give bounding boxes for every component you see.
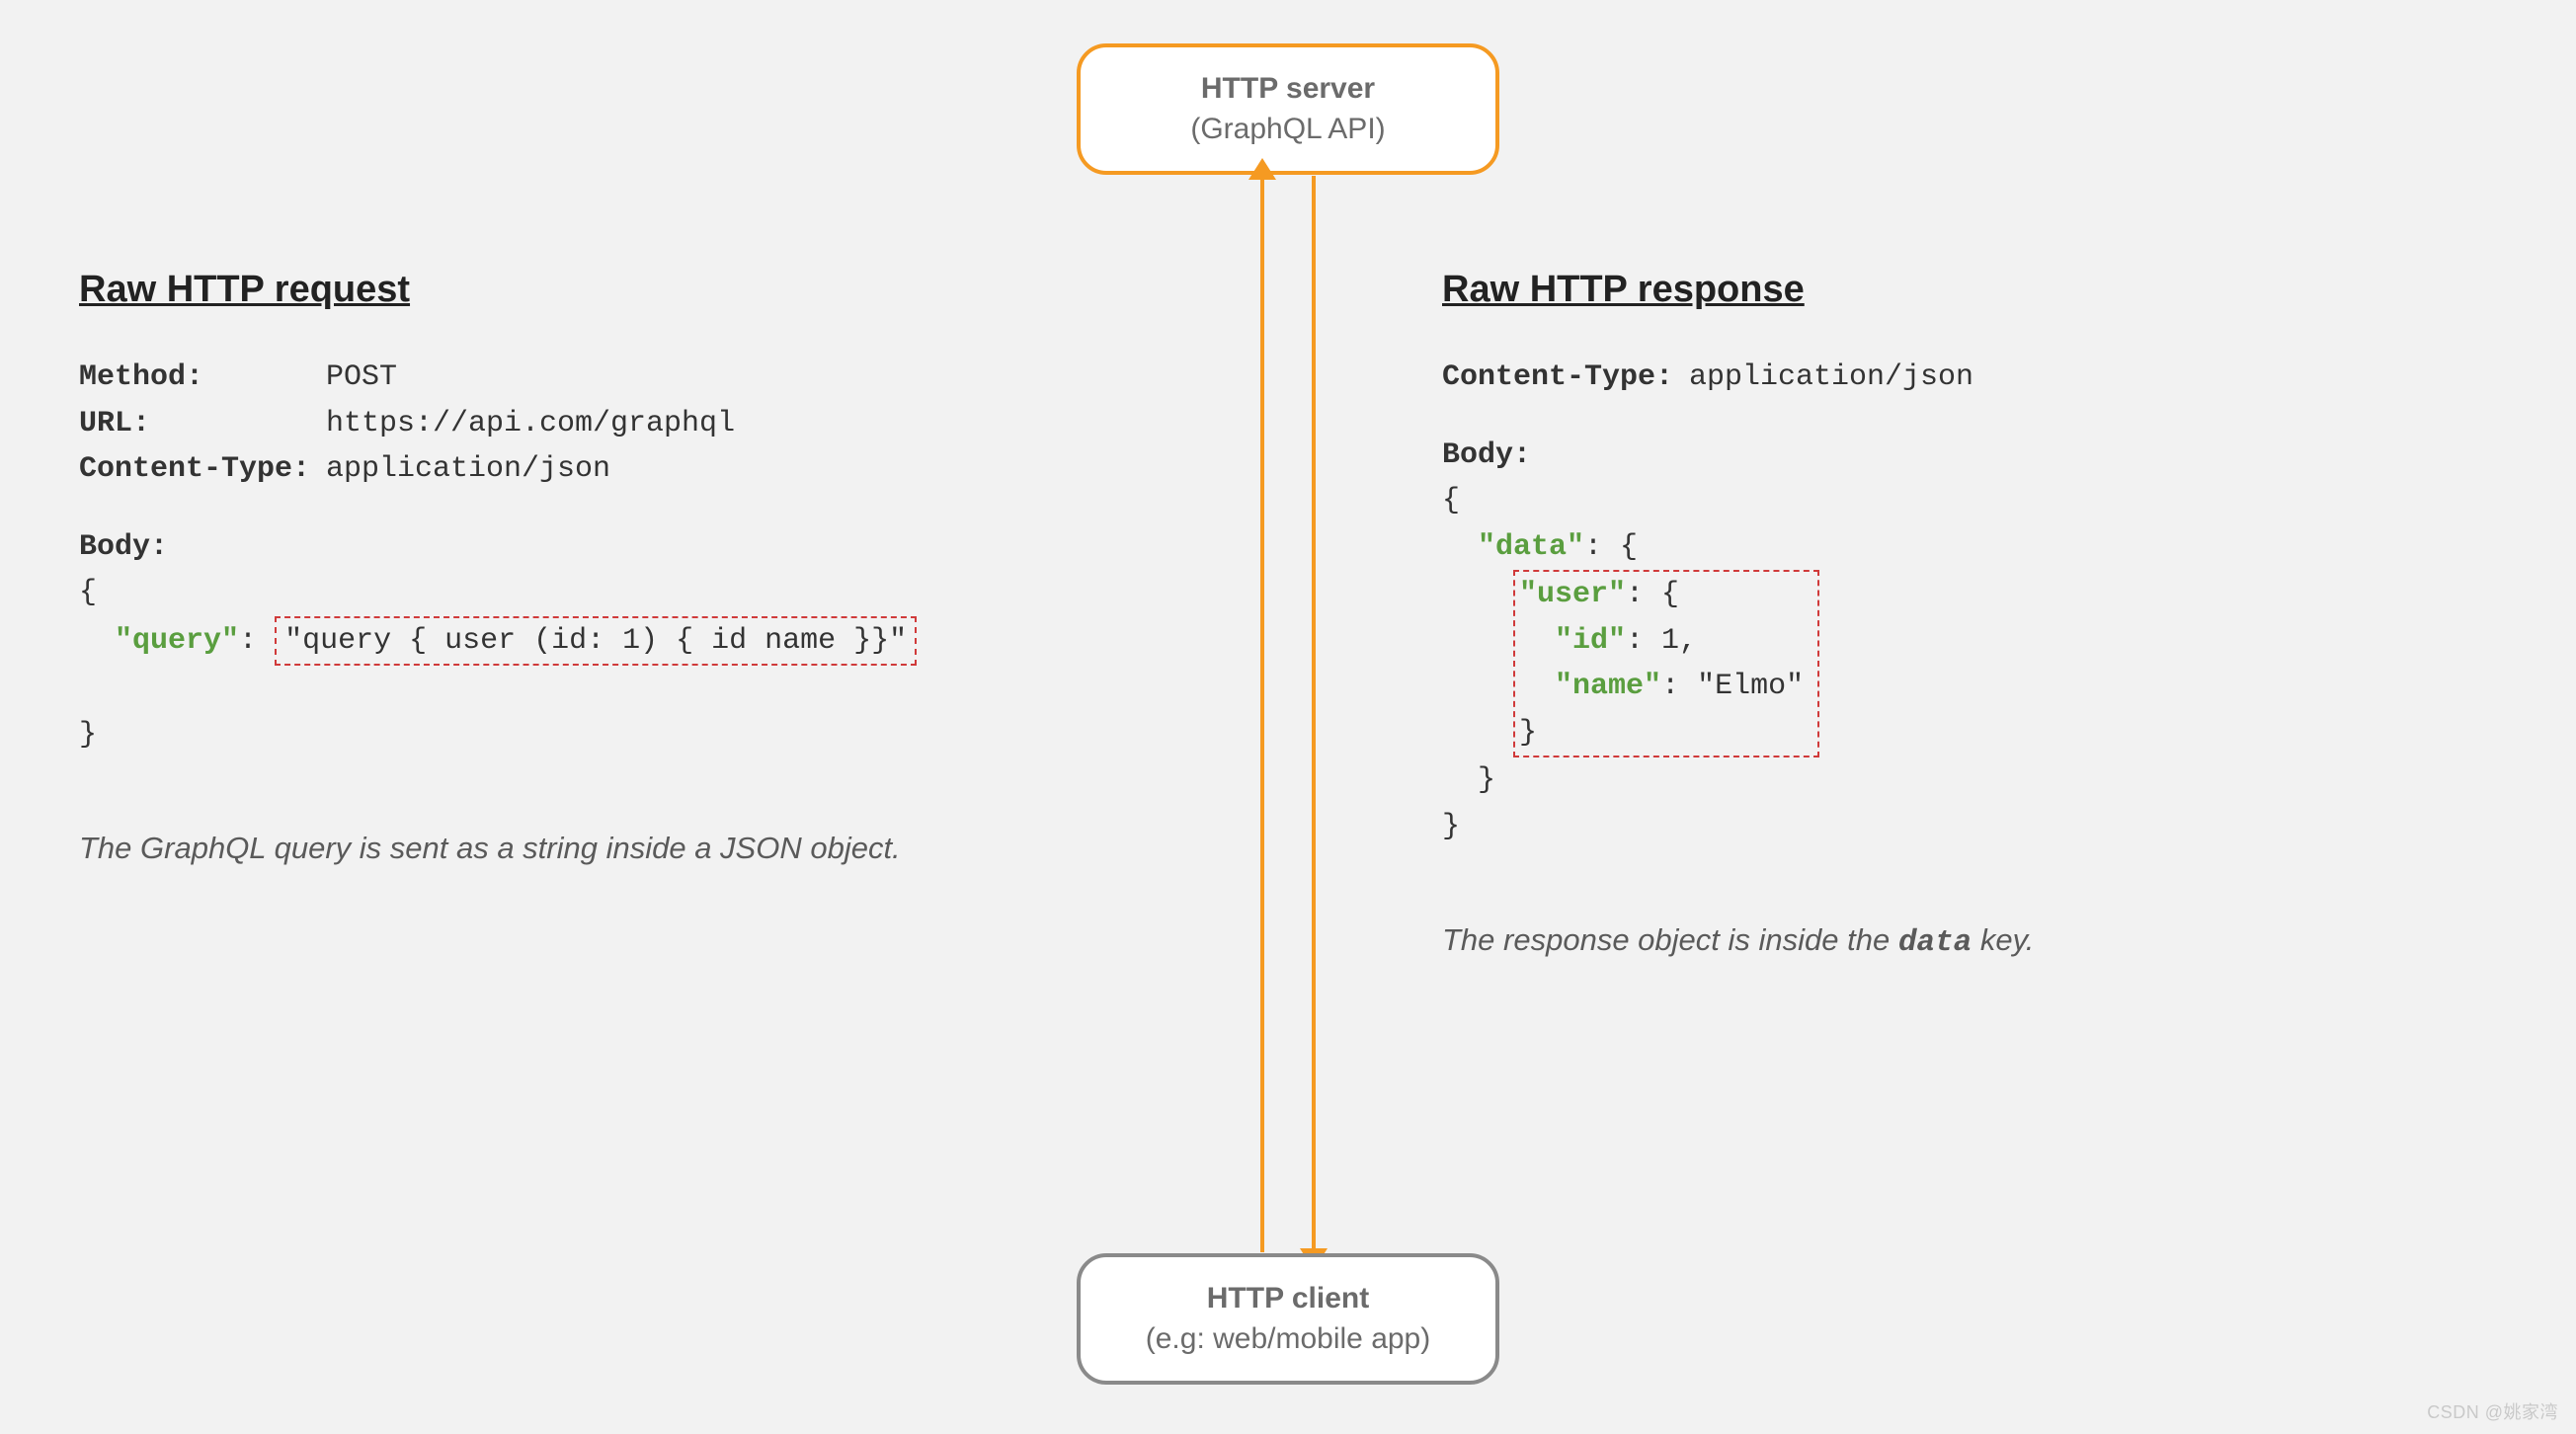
request-column: Raw HTTP request Method:POST URL:https:/… — [79, 269, 1126, 869]
server-title: HTTP server — [1100, 69, 1476, 110]
response-ctype-value: application/json — [1689, 360, 1973, 394]
watermark: CSDN @姚家湾 — [2427, 1398, 2558, 1424]
request-query-colon: : — [239, 624, 275, 658]
request-method-row: Method:POST — [79, 355, 1126, 401]
request-method-label: Method: — [79, 355, 326, 401]
response-name-val: : "Elmo" — [1661, 670, 1804, 703]
response-body-open: { — [1442, 484, 1460, 518]
request-ctype-row: Content-Type:application/json — [79, 446, 1126, 493]
http-client-box: HTTP client (e.g: web/mobile app) — [1077, 1253, 1499, 1385]
response-user-highlight: "user": { "id": 1, "name": "Elmo" } — [1513, 570, 1819, 757]
response-close-data: } — [1478, 763, 1495, 797]
request-body-close: } — [79, 718, 97, 752]
request-body-open: { — [79, 576, 97, 609]
request-footnote: The GraphQL query is sent as a string in… — [79, 827, 1126, 869]
response-footnote: The response object is inside the data k… — [1442, 918, 2489, 964]
client-title: HTTP client — [1100, 1279, 1476, 1319]
response-name-key: "name" — [1555, 670, 1661, 703]
response-user-key: "user" — [1519, 578, 1626, 611]
server-subtitle: (GraphQL API) — [1100, 110, 1476, 150]
response-footnote-pre: The response object is inside the — [1442, 922, 1898, 957]
request-url-value: https://api.com/graphql — [326, 407, 735, 440]
request-url-row: URL:https://api.com/graphql — [79, 401, 1126, 447]
client-subtitle: (e.g: web/mobile app) — [1100, 1319, 1476, 1360]
response-close-outer: } — [1442, 810, 1460, 843]
response-ctype-row: Content-Type:application/json — [1442, 355, 2489, 401]
request-heading: Raw HTTP request — [79, 269, 1126, 311]
arrow-response-line — [1312, 176, 1316, 1252]
response-close-inner: } — [1519, 716, 1537, 750]
response-footnote-code: data — [1898, 925, 1972, 960]
response-user-open: : { — [1626, 578, 1679, 611]
request-ctype-value: application/json — [326, 452, 610, 486]
response-footnote-post: key. — [1972, 922, 2034, 957]
response-column: Raw HTTP response Content-Type:applicati… — [1442, 269, 2489, 964]
request-body-label: Body: — [79, 530, 168, 564]
request-body: Body: { "query": "query { user (id: 1) {… — [79, 524, 1126, 758]
response-data-key: "data" — [1478, 530, 1584, 564]
arrow-request-line — [1260, 176, 1264, 1252]
request-query-highlight: "query { user (id: 1) { id name }}" — [275, 616, 917, 667]
response-id-key: "id" — [1555, 624, 1626, 658]
request-method-value: POST — [326, 360, 397, 394]
request-url-label: URL: — [79, 401, 326, 447]
response-body: Body: { "data": { "user": { "id": 1, "na… — [1442, 433, 2489, 850]
arrow-request-head-icon — [1248, 158, 1276, 180]
request-ctype-label: Content-Type: — [79, 446, 326, 493]
response-data-open: : { — [1584, 530, 1638, 564]
http-server-box: HTTP server (GraphQL API) — [1077, 43, 1499, 175]
response-heading: Raw HTTP response — [1442, 269, 2489, 311]
response-ctype-label: Content-Type: — [1442, 355, 1689, 401]
response-id-val: : 1, — [1626, 624, 1697, 658]
request-query-key: "query" — [115, 624, 239, 658]
response-body-label: Body: — [1442, 438, 1531, 472]
